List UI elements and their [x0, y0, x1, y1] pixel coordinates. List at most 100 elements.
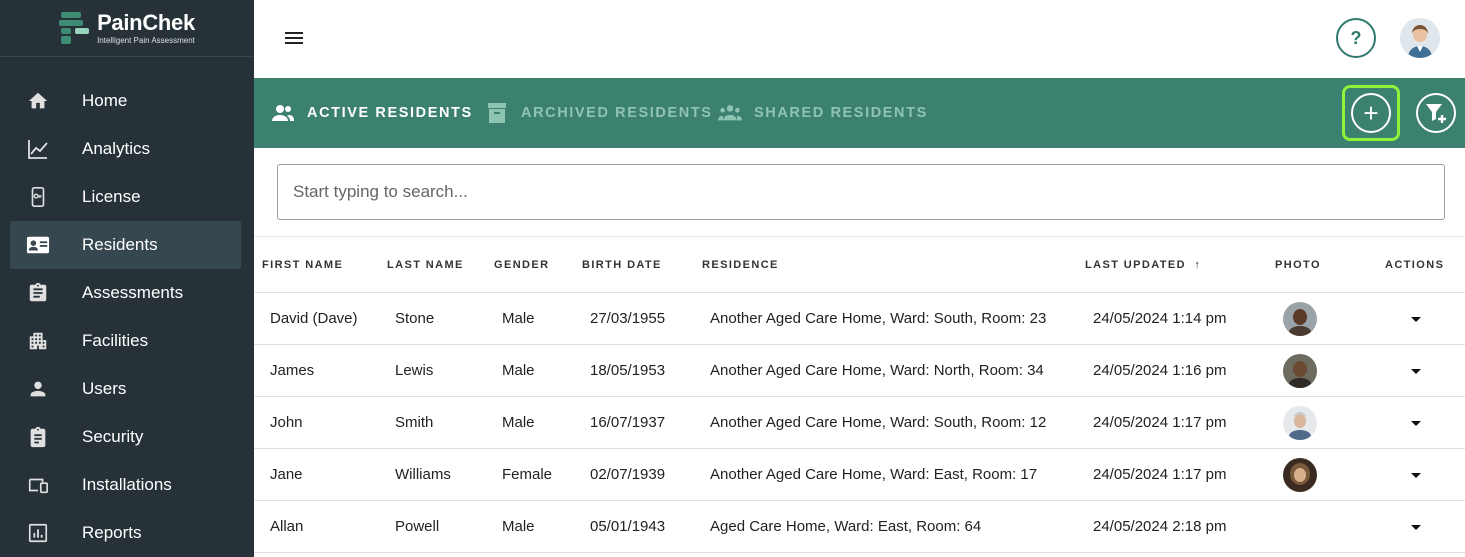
cell-gender: Male: [502, 414, 535, 431]
brand-name: PainChek: [97, 9, 195, 35]
table-body: David (Dave) Stone Male 27/03/1955 Anoth…: [254, 293, 1465, 553]
resident-photo: [1283, 406, 1317, 440]
filter-plus-icon: [1426, 104, 1446, 123]
brand-tagline: Intelligent Pain Assessment: [97, 35, 195, 45]
cell-last-updated: 24/05/2024 1:14 pm: [1093, 310, 1227, 327]
cell-residence: Another Aged Care Home, Ward: South, Roo…: [710, 310, 1047, 327]
row-actions-dropdown-icon[interactable]: [1406, 415, 1426, 431]
resident-photo: [1283, 354, 1317, 388]
cell-first-name: Jane: [270, 466, 303, 483]
cell-residence: Aged Care Home, Ward: East, Room: 64: [710, 518, 982, 535]
sidebar-item-residents[interactable]: Residents: [10, 221, 241, 269]
sidebar-item-label: License: [82, 187, 141, 206]
table-row[interactable]: Jane Williams Female 02/07/1939 Another …: [254, 449, 1465, 501]
sidebar-item-security[interactable]: Security: [0, 413, 254, 461]
sidebar-item-analytics[interactable]: Analytics: [0, 125, 254, 173]
sidebar-item-home[interactable]: Home: [0, 77, 254, 125]
sidebar-item-label: Security: [82, 427, 144, 446]
row-actions-dropdown-icon[interactable]: [1406, 519, 1426, 535]
cell-gender: Male: [502, 310, 535, 327]
residents-tabbar: ACTIVE RESIDENTS ARCHIVED RESIDENTS SHAR…: [254, 78, 1465, 148]
line-chart-icon: [26, 137, 50, 161]
sidebar-item-installations[interactable]: Installations: [0, 461, 254, 509]
home-icon: [26, 89, 50, 113]
id-card-icon: [26, 233, 50, 257]
cell-birth-date: 05/01/1943: [590, 518, 666, 535]
cell-residence: Another Aged Care Home, Ward: North, Roo…: [710, 362, 1044, 379]
table-header: FIRST NAME LAST NAME GENDER BIRTH DATE R…: [254, 237, 1465, 293]
cell-last-name: Smith: [395, 414, 434, 431]
tab-label: ARCHIVED RESIDENTS: [521, 105, 713, 121]
building-icon: [26, 329, 50, 353]
sidebar-item-assessments[interactable]: Assessments: [0, 269, 254, 317]
cell-birth-date: 16/07/1937: [590, 414, 666, 431]
table-row[interactable]: David (Dave) Stone Male 27/03/1955 Anoth…: [254, 293, 1465, 345]
column-header-last-updated[interactable]: LAST UPDATED ↑: [1085, 259, 1201, 271]
sidebar-nav: Home Analytics License Residents Assessm…: [0, 77, 254, 557]
cell-birth-date: 18/05/1953: [590, 362, 666, 379]
sidebar-item-license[interactable]: License: [0, 173, 254, 221]
top-header: ?: [254, 0, 1465, 78]
tab-label: SHARED RESIDENTS: [754, 105, 928, 121]
hamburger-menu-icon[interactable]: [282, 26, 306, 50]
tab-label: ACTIVE RESIDENTS: [307, 105, 473, 121]
column-header-last-name[interactable]: LAST NAME: [387, 259, 464, 271]
row-actions-dropdown-icon[interactable]: [1406, 311, 1426, 327]
column-header-label: LAST UPDATED: [1085, 259, 1186, 271]
cell-gender: Male: [502, 518, 535, 535]
devices-icon: [26, 473, 50, 497]
user-avatar[interactable]: [1400, 18, 1440, 58]
column-header-photo: PHOTO: [1275, 259, 1321, 271]
sidebar-item-label: Analytics: [82, 139, 151, 158]
tab-active-residents[interactable]: ACTIVE RESIDENTS: [271, 78, 473, 148]
cell-gender: Male: [502, 362, 535, 379]
sidebar-item-label: Home: [82, 91, 128, 110]
cell-last-name: Stone: [395, 310, 435, 327]
cell-last-updated: 24/05/2024 1:16 pm: [1093, 362, 1227, 379]
cell-last-updated: 24/05/2024 2:18 pm: [1093, 518, 1227, 535]
clipboard-badge-icon: [26, 425, 50, 449]
filter-add-button[interactable]: [1416, 93, 1456, 133]
sidebar-item-users[interactable]: Users: [0, 365, 254, 413]
cell-first-name: David (Dave): [270, 310, 358, 327]
sidebar-item-reports[interactable]: Reports: [0, 509, 254, 557]
column-header-gender[interactable]: GENDER: [494, 259, 549, 271]
sidebar-item-label: Users: [82, 379, 127, 398]
resident-photo: [1283, 302, 1317, 336]
archive-icon: [485, 101, 509, 125]
column-header-first-name[interactable]: FIRST NAME: [262, 259, 343, 271]
add-resident-button[interactable]: +: [1342, 85, 1400, 141]
column-header-residence[interactable]: RESIDENCE: [702, 259, 779, 271]
cell-last-name: Powell: [395, 518, 440, 535]
sidebar-item-label: Facilities: [82, 331, 149, 350]
column-header-actions: ACTIONS: [1385, 259, 1445, 271]
painchek-logo-icon: [59, 12, 90, 44]
help-button[interactable]: ?: [1336, 18, 1376, 58]
search-input[interactable]: [277, 164, 1445, 220]
row-actions-dropdown-icon[interactable]: [1406, 363, 1426, 379]
cell-first-name: Allan: [270, 518, 304, 535]
sidebar-item-label: Reports: [82, 523, 142, 542]
table-row[interactable]: John Smith Male 16/07/1937 Another Aged …: [254, 397, 1465, 449]
tab-shared-residents[interactable]: SHARED RESIDENTS: [718, 78, 928, 148]
sidebar: PainChek Intelligent Pain Assessment Hom…: [0, 0, 254, 557]
cell-last-updated: 24/05/2024 1:17 pm: [1093, 414, 1227, 431]
cell-first-name: James: [270, 362, 315, 379]
cell-last-name: Lewis: [395, 362, 434, 379]
search-bar: [254, 148, 1465, 237]
sort-ascending-icon: ↑: [1194, 259, 1202, 271]
residents-table: FIRST NAME LAST NAME GENDER BIRTH DATE R…: [254, 237, 1465, 553]
cell-birth-date: 02/07/1939: [590, 466, 666, 483]
cell-gender: Female: [502, 466, 553, 483]
table-row[interactable]: James Lewis Male 18/05/1953 Another Aged…: [254, 345, 1465, 397]
resident-photo: [1283, 458, 1317, 492]
sidebar-item-facilities[interactable]: Facilities: [0, 317, 254, 365]
brand-logo[interactable]: PainChek Intelligent Pain Assessment: [0, 0, 254, 57]
license-phone-icon: [26, 185, 50, 209]
column-header-birth-date[interactable]: BIRTH DATE: [582, 259, 662, 271]
row-actions-dropdown-icon[interactable]: [1406, 467, 1426, 483]
cell-residence: Another Aged Care Home, Ward: South, Roo…: [710, 414, 1047, 431]
cell-last-name: Williams: [395, 466, 451, 483]
table-row[interactable]: Allan Powell Male 05/01/1943 Aged Care H…: [254, 501, 1465, 553]
tab-archived-residents[interactable]: ARCHIVED RESIDENTS: [485, 78, 713, 148]
